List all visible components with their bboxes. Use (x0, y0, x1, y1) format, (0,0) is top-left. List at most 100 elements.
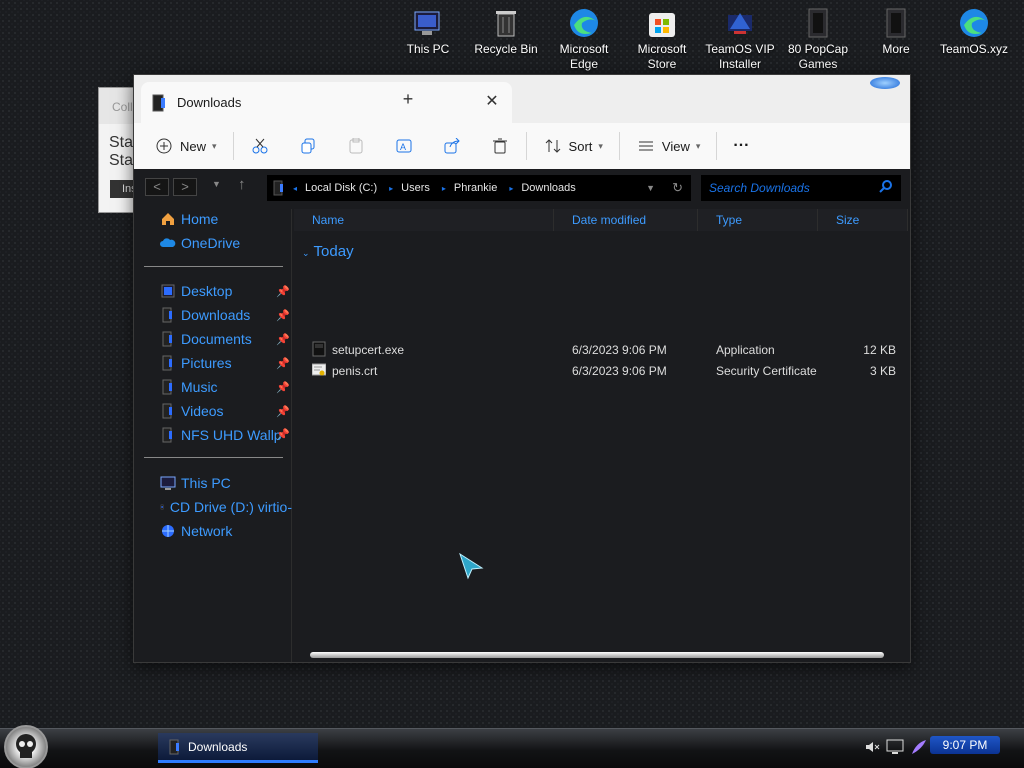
new-button[interactable]: New ▾ (148, 130, 223, 162)
sidebar-item-desktop[interactable]: Desktop 📌 (160, 281, 290, 301)
pin-icon[interactable]: 📌 (276, 285, 290, 298)
share-button[interactable] (436, 130, 468, 162)
file-date: 6/3/2023 9:06 PM (572, 364, 667, 378)
sidebar-item-onedrive[interactable]: OneDrive (160, 233, 240, 253)
breadcrumb-segment[interactable]: Users (401, 182, 430, 194)
copy-icon (298, 136, 318, 156)
desktop-icon-microsoft-edge[interactable]: Microsoft Edge (546, 6, 622, 72)
folder-icon (162, 427, 172, 443)
toolbar-divider (525, 132, 527, 160)
column-header-date[interactable]: Date modified (554, 209, 698, 231)
tab-downloads[interactable]: Downloads ✕ (141, 82, 512, 123)
chevron-right-icon[interactable]: ▸ (389, 184, 393, 193)
recent-locations-icon[interactable]: ▼ (212, 179, 221, 189)
tab-title: Downloads (177, 95, 242, 110)
breadcrumb-segment[interactable]: Downloads (521, 182, 575, 194)
desktop-icon-microsoft-store[interactable]: Microsoft Store (624, 6, 700, 72)
table-row[interactable]: setupcert.exe 6/3/2023 9:06 PM Applicati… (306, 339, 904, 360)
pin-icon[interactable]: 📌 (276, 357, 290, 370)
taskbar-item-downloads[interactable]: Downloads (158, 733, 318, 763)
share-icon (442, 136, 462, 156)
videos-folder-icon (162, 403, 172, 419)
chevron-right-icon[interactable]: ▸ (442, 184, 446, 193)
desktop-icon-teamos-installer[interactable]: TeamOS VIP Installer (702, 6, 778, 72)
toolbar-divider (232, 132, 234, 160)
see-more-button[interactable]: ··· (727, 130, 755, 162)
desktop-icon-more[interactable]: More (858, 6, 934, 57)
column-header-type[interactable]: Type (698, 209, 818, 231)
sidebar-item-label: This PC (181, 475, 231, 491)
desktop-icon-this-pc[interactable]: This PC (390, 6, 466, 57)
forward-button[interactable]: > (173, 178, 197, 196)
group-header[interactable]: ⌄ Today (302, 243, 354, 260)
pin-icon[interactable]: 📌 (276, 309, 290, 322)
start-button[interactable] (4, 725, 48, 768)
paste-button[interactable] (340, 130, 372, 162)
file-list: Name Date modified Type Size ⌄ Today setu… (292, 209, 910, 662)
sidebar-item-music[interactable]: Music 📌 (160, 377, 290, 397)
sidebar-item-documents[interactable]: Documents 📌 (160, 329, 290, 349)
sidebar-item-videos[interactable]: Videos 📌 (160, 401, 290, 421)
network-monitor-icon[interactable] (886, 739, 904, 755)
sidebar-item-downloads[interactable]: Downloads 📌 (160, 305, 290, 325)
desktop-icon-label: 80 PopCap Games (787, 42, 849, 71)
title-bar[interactable]: Downloads ✕ + (134, 75, 910, 123)
edge-icon (957, 6, 991, 40)
new-tab-button[interactable]: + (398, 89, 418, 109)
copy-button[interactable] (292, 130, 324, 162)
sidebar-item-home[interactable]: Home (160, 209, 218, 229)
refresh-icon[interactable]: ↻ (672, 180, 683, 196)
search-input[interactable]: Search Downloads (701, 175, 901, 201)
pin-icon[interactable]: 📌 (276, 405, 290, 418)
sidebar-item-label: Videos (181, 403, 224, 419)
clipboard-icon (346, 136, 366, 156)
breadcrumb-segment[interactable]: Local Disk (C:) (305, 182, 377, 194)
chevron-down-icon[interactable]: ▼ (646, 183, 655, 193)
file-name: penis.crt (332, 364, 378, 378)
chevron-right-icon[interactable]: ▸ (509, 184, 513, 193)
up-arrow-icon[interactable]: ↑ (238, 176, 246, 193)
edge-icon (567, 6, 601, 40)
view-button[interactable]: View ▾ (630, 130, 706, 162)
system-tray (864, 739, 928, 755)
sort-button[interactable]: Sort ▾ (537, 130, 609, 162)
close-tab-button[interactable]: ✕ (482, 92, 502, 112)
background-window[interactable]: Colla Sta Sta Ins (98, 87, 138, 213)
table-row[interactable]: penis.crt 6/3/2023 9:06 PM Security Cert… (306, 360, 904, 381)
toolbar-divider (716, 132, 718, 160)
file-explorer-window[interactable]: Downloads ✕ + New ▾ A Sort ▾ View ▾ ··· … (133, 74, 911, 663)
rename-button[interactable]: A (388, 130, 420, 162)
address-row: < > ▼ ↑ ◂ Local Disk (C:) ▸ Users ▸ Phra… (134, 169, 910, 209)
sidebar-item-label: Desktop (181, 283, 233, 299)
store-icon (645, 6, 679, 40)
desktop-icon-label: TeamOS VIP Installer (705, 42, 775, 71)
sidebar-item-cd-drive[interactable]: CD Drive (D:) virtio- (160, 497, 292, 517)
horizontal-scrollbar[interactable] (310, 652, 884, 658)
pin-icon[interactable]: 📌 (276, 333, 290, 346)
view-label: View (661, 138, 690, 154)
clock[interactable]: 9:07 PM (930, 736, 1000, 754)
desktop-icon-teamos-xyz[interactable]: TeamOS.xyz (936, 6, 1012, 57)
back-button[interactable]: < (145, 178, 169, 196)
pin-icon[interactable]: 📌 (276, 428, 290, 441)
cut-button[interactable] (244, 130, 276, 162)
home-icon (162, 213, 174, 225)
address-bar[interactable]: ◂ Local Disk (C:) ▸ Users ▸ Phrankie ▸ D… (267, 175, 691, 201)
delete-button[interactable] (484, 130, 516, 162)
desktop-icon-popcap-games[interactable]: 80 PopCap Games (780, 6, 856, 72)
column-header-name[interactable]: Name (294, 209, 554, 231)
breadcrumb-segment[interactable]: Phrankie (454, 182, 497, 194)
speaker-muted-icon[interactable] (864, 739, 880, 755)
sidebar-item-network[interactable]: Network (160, 521, 232, 541)
installer-icon (723, 6, 757, 40)
sidebar-item-pictures[interactable]: Pictures 📌 (160, 353, 290, 373)
desktop-icon-recycle-bin[interactable]: Recycle Bin (468, 6, 544, 57)
pin-icon[interactable]: 📌 (276, 381, 290, 394)
taskbar-item-label: Downloads (188, 739, 248, 754)
sidebar-item-this-pc[interactable]: This PC (160, 473, 231, 493)
sidebar-item-nfs-wallpapers[interactable]: NFS UHD Wallp (160, 425, 292, 445)
feather-icon[interactable] (910, 739, 928, 755)
certificate-icon (312, 363, 326, 376)
column-header-size[interactable]: Size (818, 209, 908, 231)
recycle-bin-icon (489, 6, 523, 40)
